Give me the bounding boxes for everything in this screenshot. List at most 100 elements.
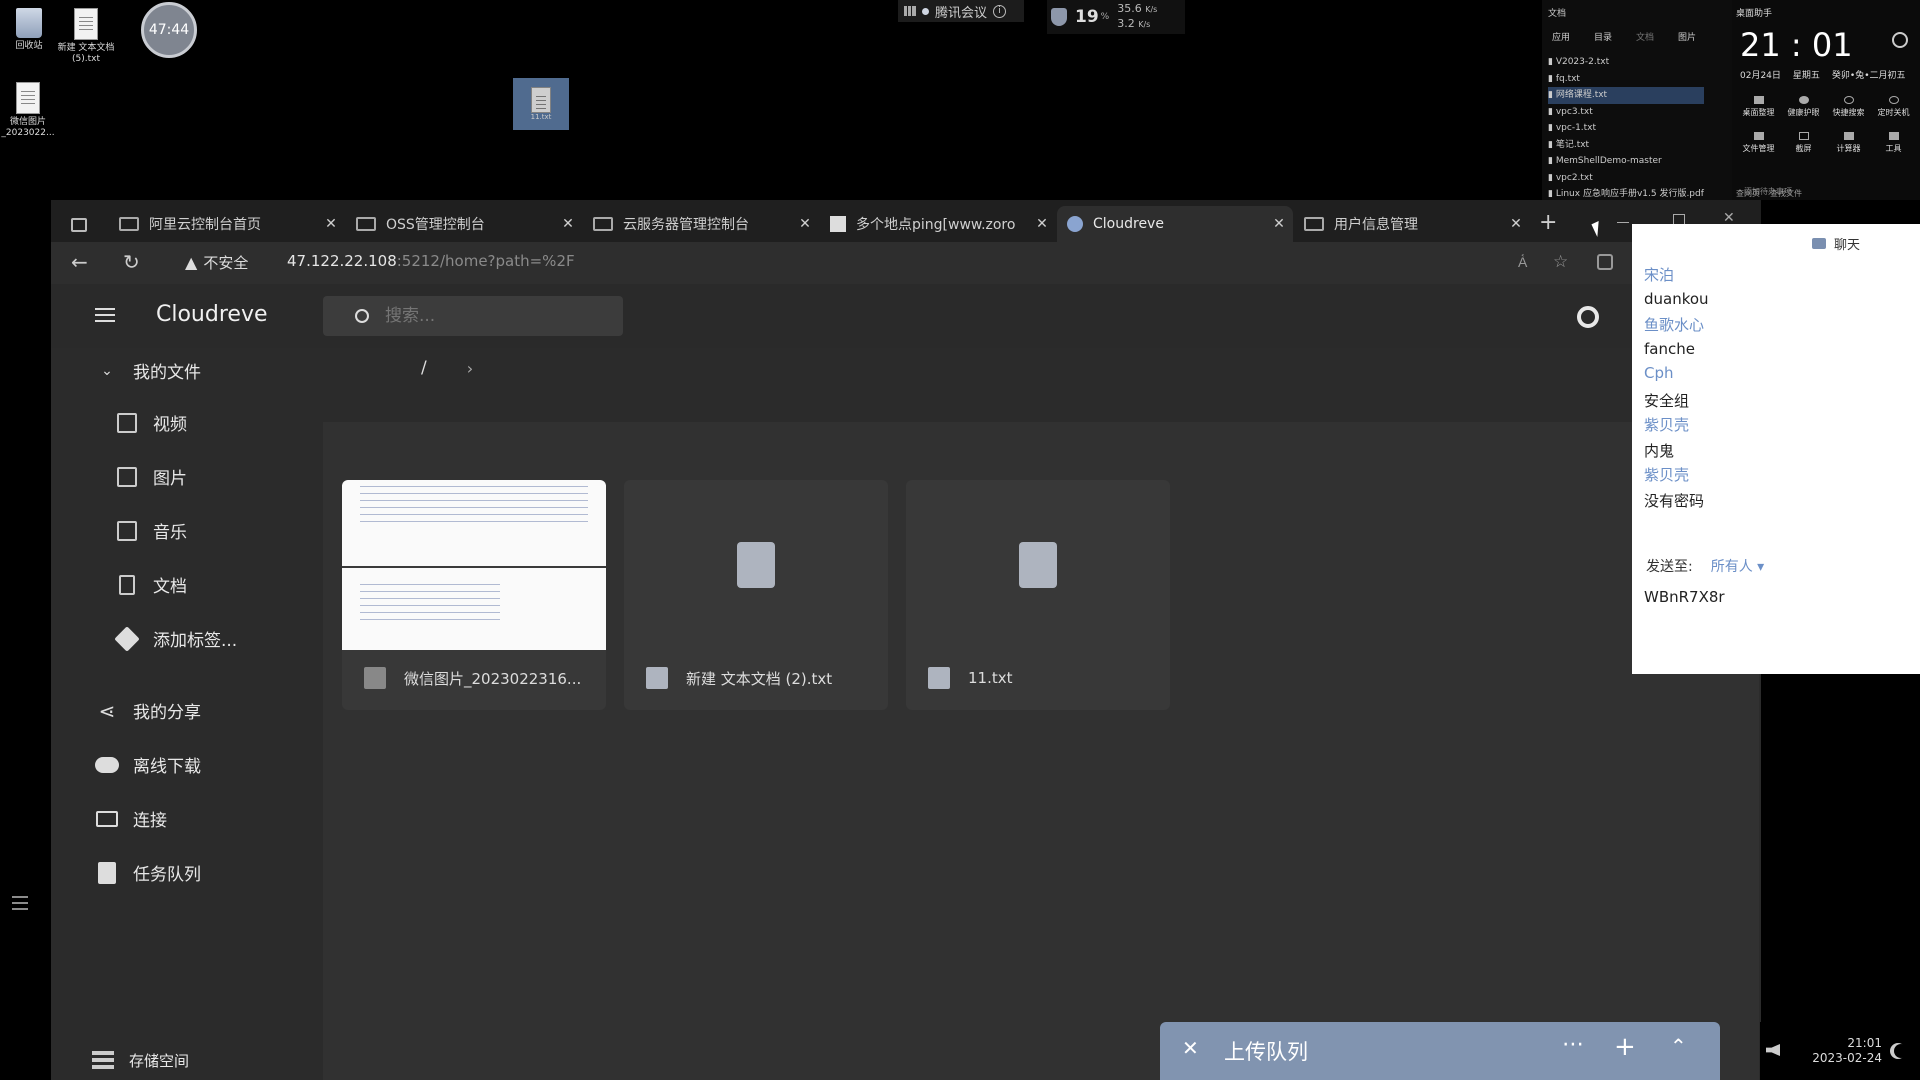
shortcut-eye-care[interactable]: 健康护眼	[1781, 96, 1826, 118]
breadcrumb-root[interactable]: /	[421, 358, 427, 378]
widget-file[interactable]: ▮ 笔记.txt	[1548, 137, 1704, 154]
desktop-icon-image-file[interactable]: 微信图片_2023022...	[0, 82, 70, 139]
close-tab-icon[interactable]: ✕	[560, 216, 576, 232]
tab-label: OSS管理控制台	[386, 217, 485, 233]
close-tab-icon[interactable]: ✕	[797, 216, 813, 232]
sidebar-item-label: 添加标签...	[153, 631, 238, 651]
close-tab-icon[interactable]: ✕	[323, 216, 339, 232]
widget-file[interactable]: ▮ vpc-1.txt	[1548, 120, 1704, 137]
sun-icon[interactable]	[1892, 32, 1908, 48]
widget-tab[interactable]: 目录	[1594, 30, 1612, 43]
tab-label: 阿里云控制台首页	[149, 217, 261, 233]
sidebar-item-documents[interactable]: 文档	[115, 572, 187, 597]
image-thumbnail	[342, 480, 606, 650]
read-aloud-icon[interactable]: A᷾	[1518, 254, 1527, 271]
tab-actions-icon[interactable]	[71, 218, 87, 232]
upload-queue-title: 上传队列	[1224, 1040, 1308, 1064]
shortcut-screenshot[interactable]: 截屏	[1781, 132, 1826, 154]
sidebar-item-video[interactable]: 视频	[115, 410, 187, 435]
close-icon[interactable]: ✕	[1182, 1036, 1199, 1060]
volume-icon[interactable]	[1766, 1044, 1780, 1056]
sidebar-item-add-tag[interactable]: 添加标签...	[114, 625, 238, 652]
favorite-icon[interactable]: ☆	[1553, 252, 1568, 272]
tab-cloudreve[interactable]: Cloudreve ✕	[1057, 206, 1293, 242]
sidebar-item-music[interactable]: 音乐	[115, 518, 187, 543]
widget-tab[interactable]: 文档	[1636, 30, 1654, 43]
sidebar-item-image[interactable]: 图片	[115, 464, 187, 489]
music-icon	[115, 519, 139, 543]
widget-file[interactable]: ▮ 网络课程.txt	[1548, 87, 1704, 104]
sidebar-item-my-shares[interactable]: ⋖ 我的分享	[95, 698, 201, 724]
new-tab-button[interactable]: +	[1539, 210, 1557, 235]
shortcut-desktop-organize[interactable]: 桌面整理	[1736, 96, 1781, 118]
widget-file[interactable]: ▮ V2023-2.txt	[1548, 54, 1704, 71]
reload-button[interactable]: ↻	[123, 250, 140, 274]
shortcut-shutdown[interactable]: 定时关机	[1871, 96, 1916, 118]
widget-file[interactable]: ▮ vpc2.txt	[1548, 170, 1704, 187]
back-button[interactable]: ←	[71, 250, 88, 274]
todo-footer[interactable]: 添加待办事项	[1744, 186, 1792, 197]
tab-ecs-console[interactable]: 云服务器管理控制台 ✕	[583, 206, 819, 242]
search-input[interactable]	[385, 306, 585, 326]
close-tab-icon[interactable]: ✕	[1508, 216, 1524, 232]
chat-input[interactable]: WBnR7X8r	[1644, 588, 1725, 606]
image-file-icon	[364, 667, 386, 689]
shortcut-tools[interactable]: 工具	[1871, 132, 1916, 154]
meeting-toolbar[interactable]: 腾讯会议 i	[898, 0, 1024, 22]
widget-file[interactable]: ▮ vpc3.txt	[1548, 104, 1704, 121]
file-card-image[interactable]: 微信图片_2023022316...	[342, 480, 606, 710]
file-card-text-2[interactable]: 新建 文本文档 (2).txt	[624, 480, 888, 710]
minimize-button[interactable]	[1617, 222, 1629, 223]
shortcut-file-manager[interactable]: 文件管理	[1736, 132, 1781, 154]
taskbar-date[interactable]: 2023-02-24	[1804, 1051, 1882, 1066]
url-field[interactable]: 47.122.22.108:5212/home?path=%2F	[287, 252, 575, 270]
chevron-right-icon[interactable]: ›	[467, 359, 473, 378]
sidebar-storage[interactable]: 存储空间	[91, 1048, 189, 1072]
chat-message: fanche	[1644, 340, 1695, 358]
send-to-select[interactable]: 所有人 ▾	[1711, 556, 1764, 576]
settings-gear-icon[interactable]	[1577, 306, 1599, 328]
widget-tab[interactable]: 图片	[1678, 30, 1696, 43]
taskbar-time[interactable]: 21:01	[1804, 1036, 1882, 1051]
tab-ping-tool[interactable]: 多个地点ping[www.zoro8... ✕	[820, 206, 1056, 242]
chevron-up-icon[interactable]: ⌃	[1670, 1034, 1687, 1058]
clock-lunar: 癸卯•兔•二月初五	[1831, 71, 1906, 81]
widget-file[interactable]: ▮ fq.txt	[1548, 71, 1704, 88]
address-bar: ← ↻ ▲ 不安全 47.122.22.108:5212/home?path=%…	[51, 242, 1761, 284]
shortcut-calculator[interactable]: 计算器	[1826, 132, 1871, 154]
text-file-icon	[531, 87, 551, 113]
add-upload-button[interactable]: +	[1614, 1032, 1636, 1062]
security-indicator[interactable]: ▲ 不安全	[185, 252, 248, 273]
widget-file[interactable]: ▮ MemShellDemo-master	[1548, 153, 1704, 170]
search-box[interactable]	[323, 296, 623, 336]
text-file-icon	[737, 542, 775, 588]
dragging-file[interactable]: 11.txt	[513, 78, 569, 130]
close-tab-icon[interactable]: ✕	[1034, 216, 1050, 232]
collections-icon[interactable]	[1597, 254, 1613, 270]
meeting-label: 腾讯会议	[935, 5, 988, 21]
night-mode-icon[interactable]	[1894, 1044, 1908, 1058]
sidebar-item-label: 音乐	[153, 523, 187, 543]
tab-aliyun-console[interactable]: 阿里云控制台首页 ✕	[109, 206, 345, 242]
file-card-11-txt[interactable]: 11.txt	[906, 480, 1170, 710]
app-title[interactable]: Cloudreve	[156, 302, 268, 327]
chat-sender-name: 鱼歌水心	[1644, 316, 1705, 334]
sidebar-item-task-queue[interactable]: 任务队列	[95, 860, 201, 885]
sidebar-my-files[interactable]: ⌄ 我的文件	[95, 358, 201, 384]
sidebar-item-offline-download[interactable]: 离线下载	[95, 752, 201, 777]
chat-sender-name: 紫贝壳	[1644, 466, 1690, 484]
menu-icon[interactable]	[95, 308, 115, 322]
shortcut-search[interactable]: 快捷搜索	[1826, 96, 1871, 118]
widget-tab[interactable]: 应用	[1552, 30, 1570, 43]
desktop-icon-text-file[interactable]: 新建 文本文档 (5).txt	[44, 8, 128, 65]
tab-user-info[interactable]: 用户信息管理 ✕	[1294, 206, 1530, 242]
sidebar-item-label: 视频	[153, 415, 187, 435]
tab-oss-console[interactable]: OSS管理控制台 ✕	[346, 206, 582, 242]
info-icon[interactable]: i	[993, 4, 1007, 18]
security-label: 不安全	[203, 254, 249, 272]
sidebar-item-connect[interactable]: 连接	[95, 806, 167, 831]
close-tab-icon[interactable]: ✕	[1271, 216, 1287, 232]
text-file-icon	[928, 667, 950, 689]
more-options-icon[interactable]: ⋯	[1562, 1032, 1584, 1057]
list-icon[interactable]	[12, 896, 28, 910]
